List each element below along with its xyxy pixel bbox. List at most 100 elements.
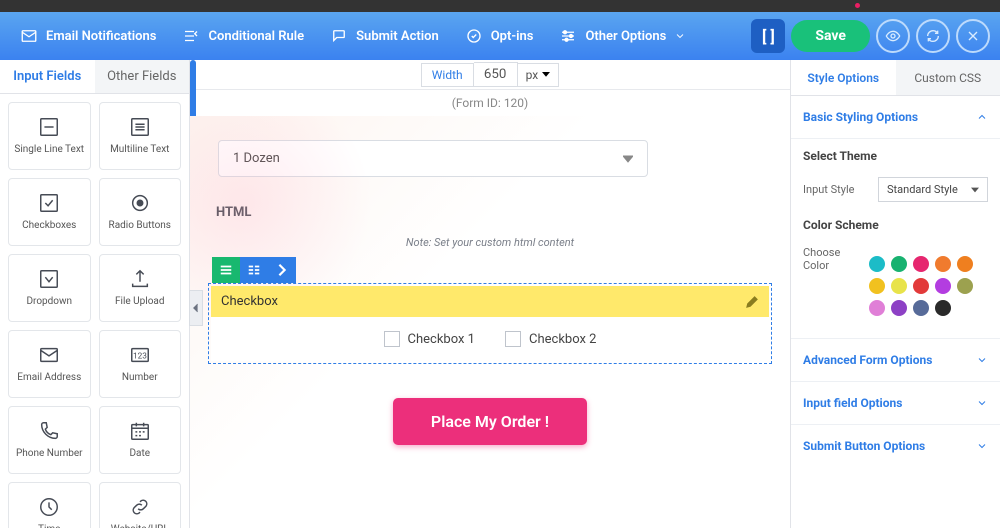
dropdown-field[interactable]: 1 Dozen	[218, 140, 648, 177]
width-label: Width	[421, 63, 474, 87]
field-label: File Upload	[115, 296, 165, 307]
chevron-left-icon	[192, 303, 200, 313]
submit-action-label: Submit Action	[356, 29, 439, 44]
chevron-down-icon	[674, 27, 686, 45]
color-swatch[interactable]	[869, 300, 885, 316]
multi-line-icon	[129, 116, 151, 138]
checkbox-option-1[interactable]: Checkbox 1	[384, 331, 475, 347]
field-single-line[interactable]: Single Line Text	[8, 102, 91, 170]
field-radio[interactable]: Radio Buttons	[99, 178, 182, 246]
field-label: Phone Number	[16, 448, 83, 459]
checkbox-field-title[interactable]: Checkbox	[211, 286, 769, 317]
color-swatch[interactable]	[913, 278, 929, 294]
refresh-icon	[925, 28, 941, 44]
color-swatch[interactable]	[913, 256, 929, 272]
chevron-down-icon	[976, 397, 988, 409]
collapse-left-handle[interactable]	[189, 290, 203, 326]
width-unit-select[interactable]: px	[518, 63, 560, 87]
url-icon	[129, 496, 151, 518]
chevron-up-icon	[976, 111, 988, 123]
submit-icon	[330, 27, 348, 45]
width-input[interactable]	[474, 62, 518, 87]
refresh-button[interactable]	[916, 19, 950, 53]
field-date[interactable]: Date	[99, 406, 182, 474]
optins-button[interactable]: Opt-ins	[455, 21, 544, 51]
pencil-icon[interactable]	[745, 295, 759, 309]
submit-action-button[interactable]: Submit Action	[320, 21, 449, 51]
submit-button[interactable]: Place My Order !	[393, 398, 587, 445]
close-button[interactable]	[956, 19, 990, 53]
color-swatch[interactable]	[913, 300, 929, 316]
color-swatch[interactable]	[935, 256, 951, 272]
color-swatch[interactable]	[957, 256, 973, 272]
field-mail[interactable]: Email Address	[8, 330, 91, 398]
choose-color-label: Choose Color	[803, 246, 869, 272]
tab-style-options[interactable]: Style Options	[791, 60, 896, 95]
number-icon: 123	[129, 344, 151, 366]
tab-input-fields[interactable]: Input Fields	[0, 60, 95, 93]
color-swatch[interactable]	[869, 256, 885, 272]
close-icon	[965, 28, 981, 44]
layout-columns-button[interactable]	[240, 257, 268, 283]
align-full-icon	[219, 263, 233, 277]
checkbox-icon	[38, 192, 60, 214]
submit-button-options-label: Submit Button Options	[803, 439, 925, 453]
left-panel: Input Fields Other Fields Single Line Te…	[0, 60, 190, 528]
color-swatch[interactable]	[869, 278, 885, 294]
width-toolbar: Width px	[190, 60, 790, 90]
other-options-button[interactable]: Other Options	[549, 21, 696, 51]
checkbox-box[interactable]	[384, 331, 400, 347]
color-swatch[interactable]	[935, 278, 951, 294]
field-number[interactable]: 123 Number	[99, 330, 182, 398]
color-swatch[interactable]	[891, 300, 907, 316]
color-swatch[interactable]	[935, 300, 951, 316]
field-upload[interactable]: File Upload	[99, 254, 182, 322]
color-swatch[interactable]	[957, 278, 973, 294]
upload-icon	[129, 268, 151, 290]
conditional-icon	[182, 27, 200, 45]
field-url[interactable]: Website/URL	[99, 482, 182, 528]
accordion-basic-styling[interactable]: Basic Styling Options	[791, 96, 1000, 139]
field-checkbox[interactable]: Checkboxes	[8, 178, 91, 246]
brackets-button[interactable]: [ ]	[751, 19, 785, 53]
checkbox-title-text: Checkbox	[221, 294, 278, 309]
layout-full-button[interactable]	[212, 257, 240, 283]
selected-checkbox-block[interactable]: Checkbox Checkbox 1 Checkbox 2	[208, 257, 772, 364]
checkbox-box[interactable]	[505, 331, 521, 347]
tab-other-fields[interactable]: Other Fields	[95, 60, 190, 93]
top-ribbon: Email Notifications Conditional Rule Sub…	[0, 12, 1000, 60]
color-swatch[interactable]	[891, 256, 907, 272]
color-swatch[interactable]	[891, 278, 907, 294]
accordion-input-field[interactable]: Input field Options	[791, 382, 1000, 425]
time-icon	[38, 496, 60, 518]
field-phone[interactable]: Phone Number	[8, 406, 91, 474]
accordion-advanced-form[interactable]: Advanced Form Options	[791, 339, 1000, 382]
field-label: Time	[38, 524, 60, 528]
dropdown-value: 1 Dozen	[233, 151, 280, 166]
email-notifications-button[interactable]: Email Notifications	[10, 21, 166, 51]
email-notifications-label: Email Notifications	[46, 29, 156, 44]
tab-custom-css[interactable]: Custom CSS	[896, 60, 1000, 95]
input-field-options-label: Input field Options	[803, 396, 902, 410]
checkbox-option-2[interactable]: Checkbox 2	[505, 331, 596, 347]
preview-button[interactable]	[876, 19, 910, 53]
field-label: Date	[129, 448, 150, 459]
input-style-select[interactable]: Standard Style	[878, 177, 988, 202]
save-button[interactable]: Save	[791, 20, 870, 52]
chevron-down-icon	[976, 354, 988, 366]
field-label: Number	[122, 372, 158, 383]
field-dropdown[interactable]: Dropdown	[8, 254, 91, 322]
right-panel: Style Options Custom CSS Basic Styling O…	[790, 60, 1000, 528]
caret-down-icon	[623, 154, 633, 164]
mail-icon	[38, 344, 60, 366]
field-time[interactable]: Time	[8, 482, 91, 528]
chevron-down-icon	[976, 440, 988, 452]
single-line-icon	[38, 116, 60, 138]
layout-next-button[interactable]	[268, 257, 296, 283]
accordion-submit-button[interactable]: Submit Button Options	[791, 425, 1000, 467]
width-unit-label: px	[526, 68, 539, 82]
field-multi-line[interactable]: Multiline Text	[99, 102, 182, 170]
field-label: Email Address	[17, 372, 81, 383]
radio-icon	[129, 192, 151, 214]
conditional-rule-button[interactable]: Conditional Rule	[172, 21, 314, 51]
